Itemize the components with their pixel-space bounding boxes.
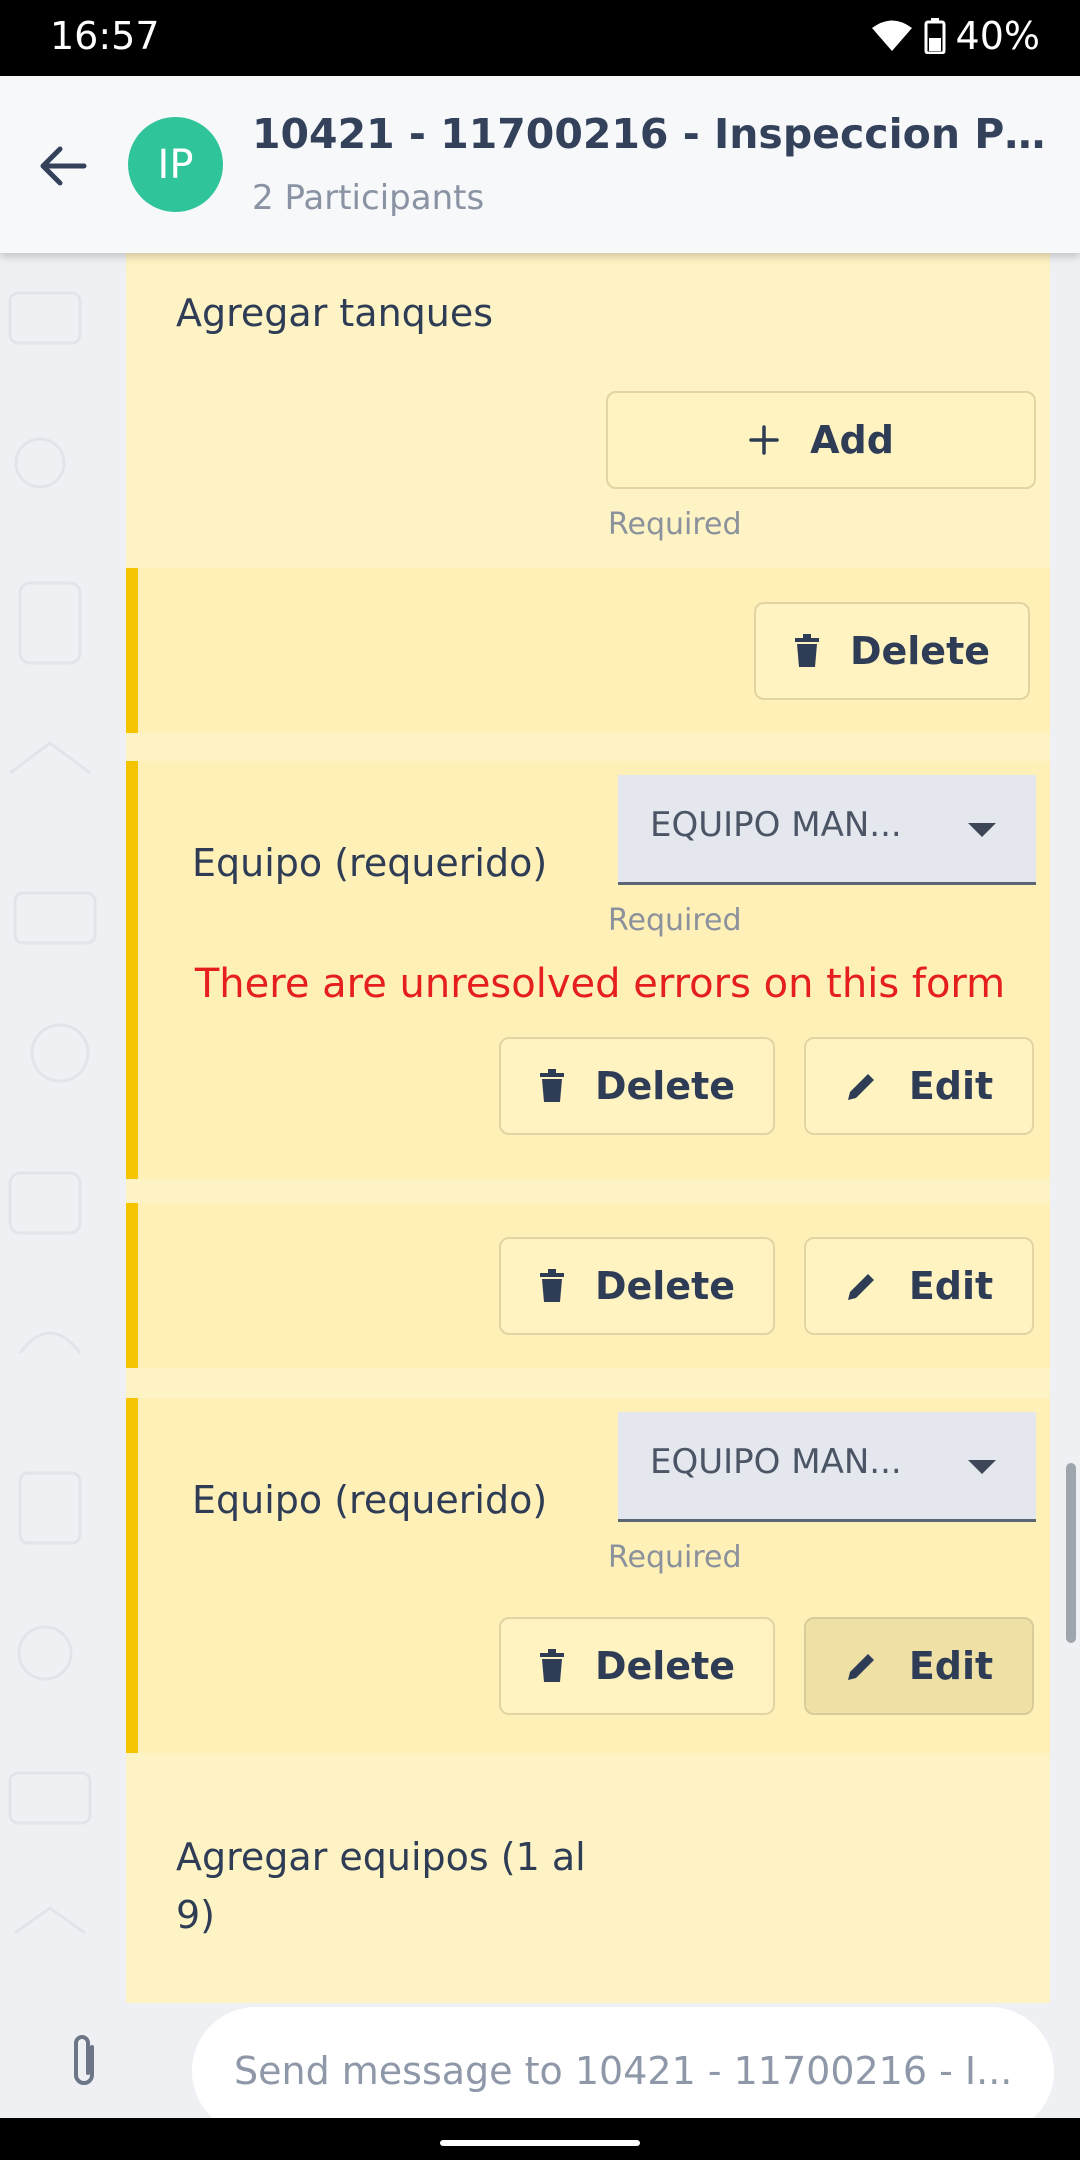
chevron-down-icon <box>968 1460 996 1474</box>
trash-icon <box>794 634 819 667</box>
add-tank-button[interactable]: Add <box>606 391 1036 489</box>
pencil-icon <box>847 1654 874 1680</box>
edit-button[interactable]: Edit <box>804 1237 1034 1335</box>
plus-icon <box>749 425 779 455</box>
edit-button-label: Edit <box>908 1064 994 1108</box>
chat-messages[interactable]: Agregar tanques Add Required Delete Equi… <box>0 253 1080 2003</box>
background-pattern <box>8 291 97 1935</box>
edit-button-label: Edit <box>908 1644 994 1688</box>
delete-button-label: Delete <box>594 1064 736 1108</box>
trash-icon <box>539 1269 564 1302</box>
status-time: 16:57 <box>50 14 160 58</box>
home-indicator[interactable] <box>440 2140 640 2146</box>
form-card: Agregar tanques Add Required Delete Equi… <box>126 253 1050 2003</box>
equipment-item: Equipo (requerido) EQUIPO MAN... Require… <box>126 761 1050 1179</box>
equipo-dropdown[interactable]: EQUIPO MAN... <box>618 1412 1036 1522</box>
equipment-item: Delete Edit <box>126 1203 1050 1368</box>
equipo-dropdown-value: EQUIPO MAN... <box>650 1442 902 1482</box>
message-input[interactable] <box>192 2007 1054 2118</box>
battery-icon <box>924 18 946 54</box>
required-hint: Required <box>608 903 742 938</box>
add-button-label: Add <box>810 418 894 462</box>
agregar-tanques-label: Agregar tanques <box>176 291 494 335</box>
delete-button-label: Delete <box>594 1264 736 1308</box>
scrollbar[interactable] <box>1066 1463 1076 1643</box>
edit-button[interactable]: Edit <box>804 1617 1034 1715</box>
edit-button-label: Edit <box>908 1264 994 1308</box>
delete-button[interactable]: Delete <box>499 1617 775 1715</box>
equipo-dropdown-value: EQUIPO MAN... <box>650 805 902 845</box>
chat-title[interactable]: 10421 - 11700216 - Inspeccion Preve... <box>252 110 1062 158</box>
form-error-message: There are unresolved errors on this form <box>194 961 1006 1007</box>
delete-button-label: Delete <box>849 629 991 673</box>
delete-button[interactable]: Delete <box>499 1037 775 1135</box>
delete-button-label: Delete <box>594 1644 736 1688</box>
system-nav-bar <box>0 2118 1080 2160</box>
required-hint: Required <box>608 1540 742 1575</box>
required-hint: Required <box>608 507 742 542</box>
wifi-icon <box>871 20 912 51</box>
tank-item: Delete <box>126 568 1050 733</box>
trash-icon <box>539 1649 564 1682</box>
trash-icon <box>539 1069 564 1102</box>
paperclip-icon[interactable] <box>58 2031 110 2091</box>
equipo-label: Equipo (requerido) <box>192 841 548 885</box>
edit-button[interactable]: Edit <box>804 1037 1034 1135</box>
chevron-down-icon <box>968 823 996 837</box>
delete-button[interactable]: Delete <box>499 1237 775 1335</box>
status-bar: 16:57 40% <box>0 0 1080 76</box>
avatar[interactable]: IP <box>128 117 223 212</box>
battery-percent: 40% <box>955 14 1040 58</box>
equipment-item: Equipo (requerido) EQUIPO MAN... Require… <box>126 1398 1050 1753</box>
equipo-label: Equipo (requerido) <box>192 1478 548 1522</box>
chat-screen: IP 10421 - 11700216 - Inspeccion Preve..… <box>0 76 1080 2118</box>
chat-header: IP 10421 - 11700216 - Inspeccion Preve..… <box>0 76 1080 253</box>
message-composer <box>0 2003 1080 2118</box>
status-icons: 40% <box>870 14 1040 58</box>
pencil-icon <box>847 1274 874 1300</box>
participants-count[interactable]: 2 Participants <box>252 178 484 218</box>
pencil-icon <box>847 1074 874 1100</box>
equipo-dropdown[interactable]: EQUIPO MAN... <box>618 775 1036 885</box>
delete-button[interactable]: Delete <box>754 602 1030 700</box>
back-arrow-icon[interactable] <box>34 138 90 194</box>
agregar-equipos-label: Agregar equipos (1 al 9) <box>176 1835 586 1937</box>
